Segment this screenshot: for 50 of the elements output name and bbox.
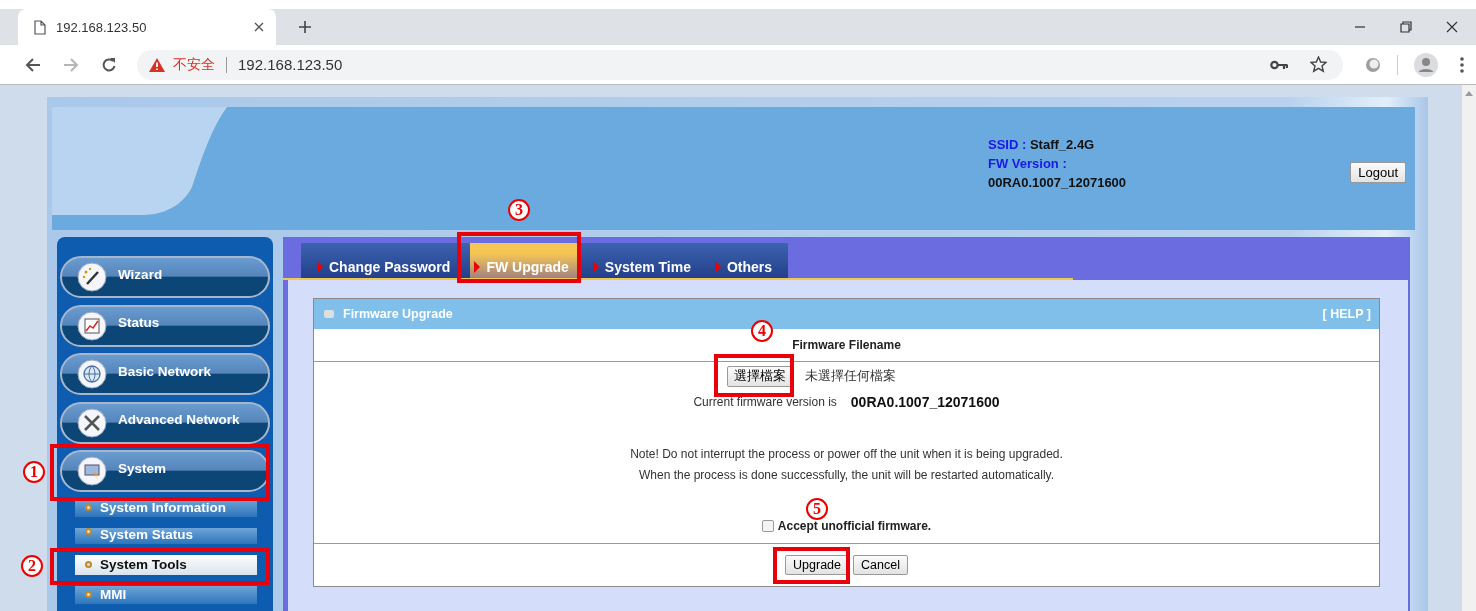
warning-icon <box>149 57 165 72</box>
logout-button[interactable]: Logout <box>1350 162 1406 183</box>
fw-version-value: 00RA0.1007_12071600 <box>988 174 1127 192</box>
back-icon[interactable] <box>25 56 41 73</box>
close-tab-icon[interactable] <box>254 22 264 32</box>
browser-tab[interactable]: 192.168.123.50 <box>18 9 276 45</box>
choose-file-button[interactable]: 選擇檔案 <box>727 366 793 387</box>
tab[interactable]: Others <box>710 243 781 278</box>
document-icon <box>34 19 46 35</box>
key-icon[interactable] <box>1270 59 1288 70</box>
tab[interactable]: System Time <box>588 243 699 278</box>
accept-checkbox[interactable] <box>761 520 774 532</box>
extension-icon[interactable] <box>1365 56 1381 73</box>
current-version-label: Current firmware version is <box>693 395 837 409</box>
nav-item[interactable]: Status <box>60 304 270 347</box>
reload-icon[interactable] <box>101 56 117 73</box>
nav-item[interactable]: Wizard <box>60 256 270 298</box>
nav-icon <box>77 310 107 341</box>
current-version-value: 00RA0.1007_12071600 <box>850 394 1000 410</box>
nav-icon <box>77 407 107 438</box>
scrollbar[interactable] <box>1462 85 1476 611</box>
nav-item[interactable]: Advanced Network <box>60 401 270 444</box>
security-label: 不安全 <box>173 55 215 74</box>
star-icon[interactable] <box>1310 56 1327 73</box>
close-window-icon[interactable] <box>1446 21 1458 33</box>
profile-avatar-icon[interactable] <box>1414 52 1438 77</box>
accept-label: Accept unofficial firmware. <box>777 519 932 533</box>
nav-icon <box>77 262 107 292</box>
menu-icon[interactable] <box>1460 56 1464 73</box>
file-status-text: 未選擇任何檔案 <box>805 368 896 385</box>
ssid-label: SSID : <box>988 137 1027 152</box>
url-text: 192.168.123.50 <box>238 56 343 73</box>
nav-icon <box>77 456 107 486</box>
section-icon <box>324 310 334 318</box>
note-text: Note! Do not interrupt the process or power off the unit when it is being upgraded. <box>630 446 1063 463</box>
tab[interactable]: Change Password <box>313 243 459 278</box>
restore-icon[interactable] <box>1400 21 1412 33</box>
filename-heading: Firmware Filename <box>792 338 901 352</box>
new-tab-icon[interactable] <box>298 20 312 34</box>
cancel-button[interactable]: Cancel <box>853 555 908 575</box>
nav-item[interactable]: Basic Network <box>60 353 270 395</box>
ssid-value: Staff_2.4G <box>1029 137 1095 152</box>
submenu-item[interactable]: System Tools <box>75 554 257 575</box>
tab-title: 192.168.123.50 <box>56 19 148 35</box>
fw-version-label: FW Version : <box>988 155 1068 173</box>
upgrade-button[interactable]: Upgrade <box>785 555 849 575</box>
address-bar[interactable]: 不安全 192.168.123.50 <box>137 49 1343 80</box>
nav-icon <box>77 359 107 389</box>
note-text: When the process is done successfully, the unit will be restarted automatically. <box>638 467 1055 484</box>
section-title: Firmware Upgrade <box>343 307 453 321</box>
